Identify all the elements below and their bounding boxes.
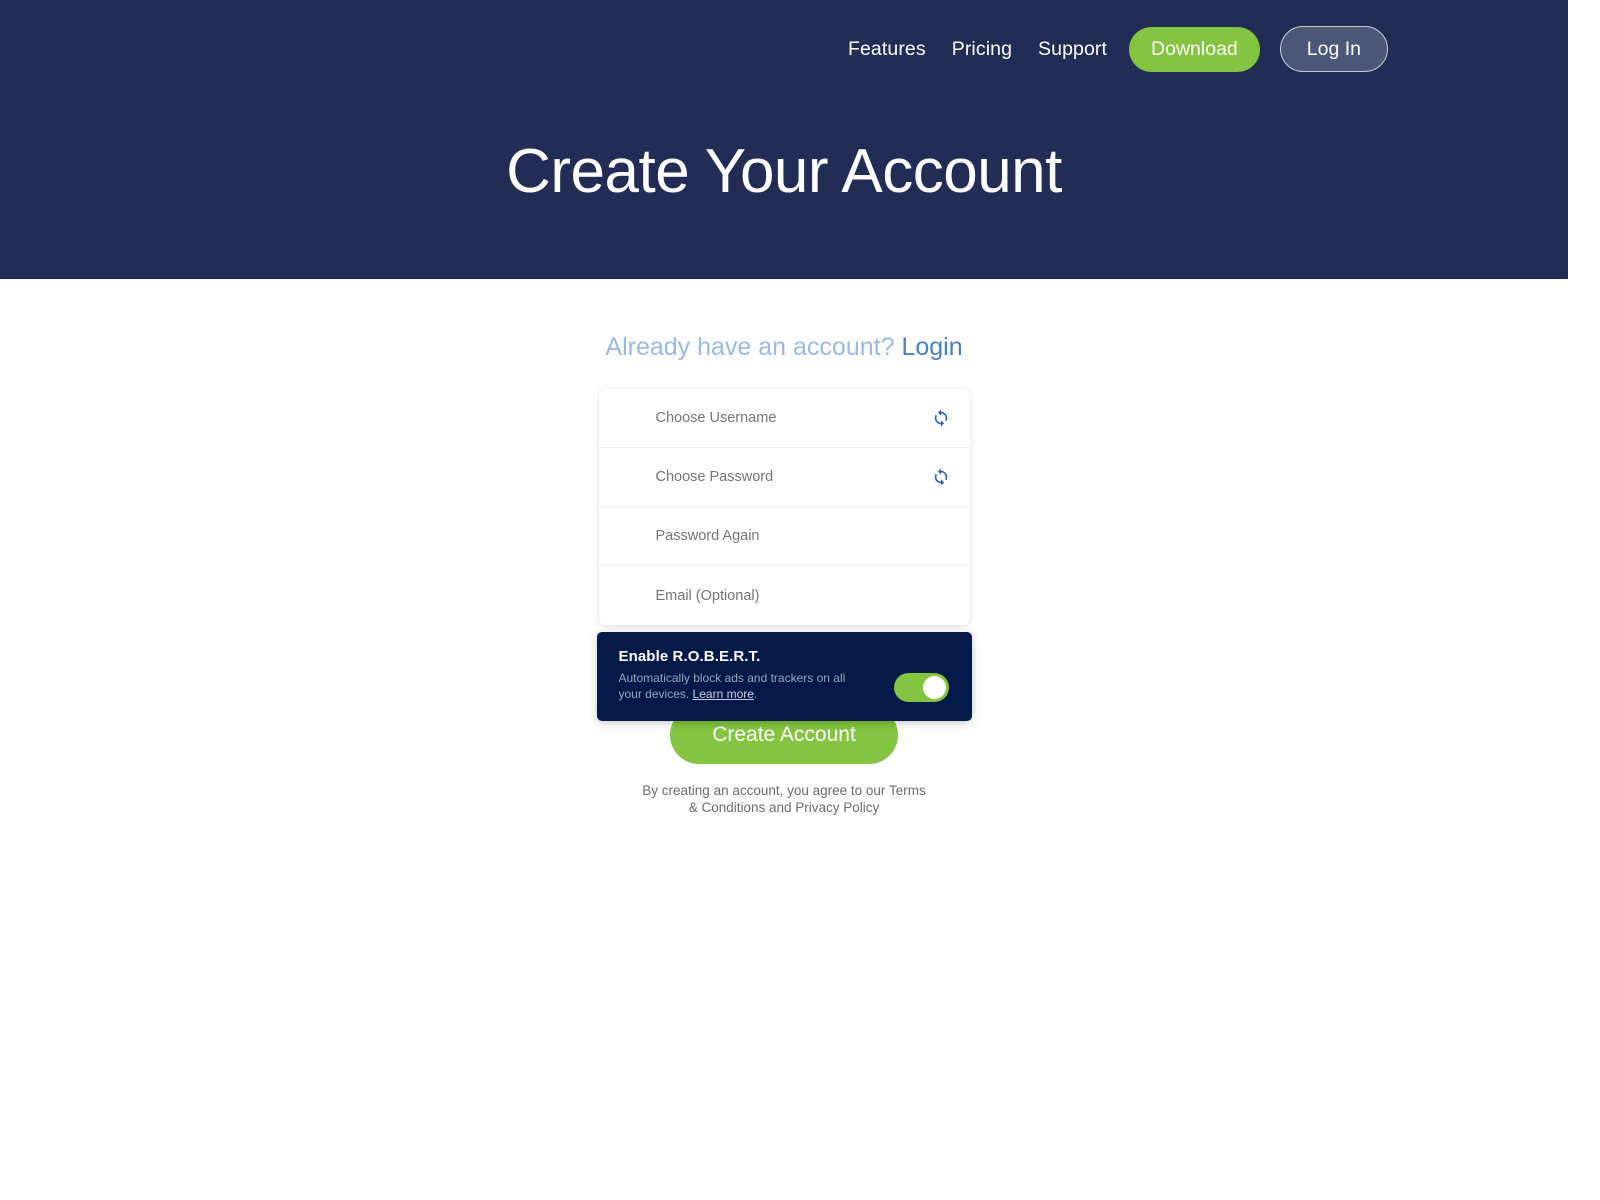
site-header: Features Pricing Support Download Log In… (0, 0, 1568, 279)
nav-link-support[interactable]: Support (1038, 38, 1107, 61)
robert-title: Enable R.O.B.E.R.T. (618, 648, 761, 665)
terms-line-2: & Conditions and Privacy Policy (688, 799, 880, 815)
signup-form-card (598, 389, 970, 625)
download-button[interactable]: Download (1129, 26, 1260, 72)
robert-panel: Enable R.O.B.E.R.T. Automatically block … (596, 632, 972, 721)
field-row-username (598, 389, 970, 448)
password-again-input[interactable] (598, 507, 970, 565)
robert-toggle-switch[interactable] (893, 673, 949, 702)
choose-username-input[interactable] (598, 389, 970, 447)
robert-description-period: . (753, 686, 758, 701)
robert-description: Automatically block ads and trackers on … (619, 671, 849, 703)
field-row-password (598, 448, 970, 507)
choose-password-input[interactable] (598, 448, 970, 506)
signup-card-stack: Enable R.O.B.E.R.T. Automatically block … (596, 389, 972, 721)
refresh-icon[interactable] (931, 408, 951, 428)
terms-disclaimer: By creating an account, you agree to our… (0, 783, 1568, 817)
nav-link-features[interactable]: Features (848, 38, 926, 61)
field-row-email (598, 566, 970, 625)
robert-toggle-knob (922, 676, 946, 699)
already-have-account-line: Already have an account? Login (0, 332, 1568, 362)
email-input[interactable] (598, 566, 970, 625)
page-title: Create Your Account (506, 137, 1062, 206)
field-row-password-again (598, 507, 970, 566)
learn-more-link[interactable]: Learn more (693, 687, 754, 701)
nav-link-pricing[interactable]: Pricing (952, 38, 1012, 61)
refresh-icon[interactable] (931, 467, 951, 487)
main-content: Already have an account? Login Enable R.… (0, 332, 1568, 817)
terms-line-1: By creating an account, you agree to our… (642, 783, 926, 798)
already-have-account-text: Already have an account? (605, 333, 895, 361)
log-in-button[interactable]: Log In (1279, 26, 1388, 72)
login-link[interactable]: Login (901, 333, 962, 361)
top-navigation: Features Pricing Support Download Log In (848, 0, 1568, 98)
